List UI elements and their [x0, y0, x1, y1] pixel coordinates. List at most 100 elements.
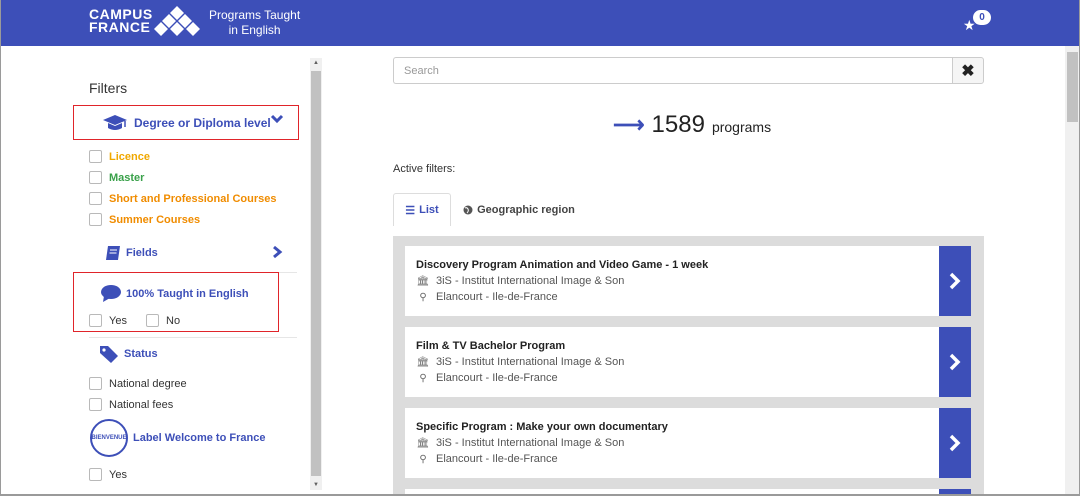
open-program-button[interactable]	[939, 489, 971, 494]
program-school-name: 3iS - Institut International Image & Son	[436, 275, 625, 287]
program-title[interactable]: Discovery Program Animation and Video Ga…	[416, 259, 708, 271]
scroll-down-arrow-icon[interactable]: ▼	[310, 482, 322, 488]
program-card[interactable]: Discovery Program Animation and Video Ga…	[405, 246, 971, 316]
search-input[interactable]	[393, 57, 952, 84]
taught-yes-option[interactable]: Yes	[89, 314, 127, 327]
program-list: Discovery Program Animation and Video Ga…	[393, 236, 984, 494]
taught-yes-label: Yes	[109, 314, 127, 327]
tagline-line-2: in English	[228, 23, 281, 37]
status-filter[interactable]: Status	[99, 345, 158, 363]
search-bar: ✖	[393, 57, 984, 84]
logo-diamond-icon	[154, 6, 200, 36]
map-marker-icon: ⚲	[419, 291, 427, 303]
degree-option-summer-courses[interactable]: Summer Courses	[89, 213, 200, 226]
status-option-label: National fees	[109, 398, 174, 411]
checkbox[interactable]	[89, 213, 102, 226]
open-program-button[interactable]	[939, 327, 971, 397]
degree-filter-label: Degree or Diploma level	[134, 116, 271, 130]
chevron-right-icon[interactable]	[271, 245, 283, 259]
welcome-yes-option[interactable]: Yes	[89, 468, 127, 481]
book-icon	[106, 246, 120, 260]
tab-list[interactable]: ☰ List	[393, 193, 451, 226]
degree-option-licence[interactable]: Licence	[89, 150, 150, 163]
map-marker-icon: ⚲	[419, 372, 427, 384]
checkbox[interactable]	[146, 314, 159, 327]
open-program-button[interactable]	[939, 246, 971, 316]
welcome-yes-label: Yes	[109, 468, 127, 481]
program-school-name: 3iS - Institut International Image & Son	[436, 356, 625, 368]
globe-icon	[463, 205, 473, 214]
campus-france-logo[interactable]: CAMPUS FRANCE	[89, 7, 153, 35]
degree-option-master[interactable]: Master	[89, 171, 144, 184]
status-option-label: National degree	[109, 377, 187, 390]
favorites-count-badge: 0	[973, 10, 991, 25]
page: CAMPUS FRANCE Programs Taught in English…	[0, 0, 1080, 496]
speech-bubble-icon	[101, 285, 121, 302]
taught-filter-label: 100% Taught in English	[126, 288, 249, 300]
graduation-cap-icon	[103, 115, 127, 130]
program-card[interactable]: Specific Program : Make your own documen…	[405, 408, 971, 478]
tab-list-label: List	[419, 204, 439, 216]
checkbox[interactable]	[89, 314, 102, 327]
checkbox[interactable]	[89, 468, 102, 481]
degree-option-label: Master	[109, 171, 145, 184]
chevron-down-icon	[270, 114, 284, 124]
open-program-button[interactable]	[939, 408, 971, 478]
program-count-label: programs	[711, 119, 772, 135]
degree-option-label: Licence	[109, 150, 150, 163]
status-option-national-degree[interactable]: National degree	[89, 377, 187, 390]
bienvenue-badge-text: BIENVENUE	[91, 435, 127, 441]
taught-no-label: No	[166, 314, 181, 327]
logo-line-2: FRANCE	[89, 19, 151, 35]
degree-option-label: Short and Professional Courses	[109, 192, 277, 205]
institution-icon: 🏛	[416, 437, 430, 449]
program-location: ⚲ Elancourt - Ile-de-France	[416, 291, 558, 303]
tab-geographic-region[interactable]: Geographic region	[463, 193, 575, 226]
scroll-up-arrow-icon[interactable]: ▲	[310, 60, 322, 66]
program-location: ⚲ Elancourt - Ile-de-France	[416, 372, 558, 384]
welcome-label-filter[interactable]: BIENVENUE Label Welcome to France	[90, 419, 265, 457]
scrollbar-thumb[interactable]	[311, 71, 321, 476]
filters-heading: Filters	[89, 80, 128, 96]
program-title[interactable]: Specific Program : Make your own documen…	[416, 421, 668, 433]
top-bar: CAMPUS FRANCE Programs Taught in English…	[1, 0, 1079, 46]
program-school-name: 3iS - Institut International Image & Son	[436, 437, 625, 449]
list-icon: ☰	[405, 204, 416, 217]
checkbox[interactable]	[89, 398, 102, 411]
status-option-national-fees[interactable]: National fees	[89, 398, 173, 411]
program-count-number: 1589	[651, 111, 705, 138]
program-card[interactable]: Film & TV Bachelor Program 🏛 3iS - Insti…	[405, 327, 971, 397]
taught-in-english-filter[interactable]: 100% Taught in English	[100, 285, 249, 303]
tag-icon	[100, 346, 118, 363]
degree-filter-toggle[interactable]: Degree or Diploma level	[102, 114, 284, 132]
checkbox[interactable]	[89, 192, 102, 205]
bienvenue-badge-icon: BIENVENUE	[90, 419, 128, 457]
clear-search-button[interactable]: ✖	[952, 57, 984, 84]
institution-icon: 🏛	[416, 356, 430, 368]
checkbox[interactable]	[89, 377, 102, 390]
favorites-button[interactable]: ★ 0	[963, 10, 993, 34]
divider	[89, 337, 297, 338]
institution-icon: 🏛	[416, 275, 430, 287]
scrollbar-thumb[interactable]	[1067, 52, 1078, 122]
checkbox[interactable]	[89, 171, 102, 184]
fields-filter-toggle[interactable]: Fields	[104, 244, 158, 262]
site-tagline: Programs Taught in English	[209, 8, 300, 38]
program-card[interactable]	[405, 489, 971, 494]
active-filters-label: Active filters:	[393, 163, 456, 175]
sidebar-scrollbar[interactable]: ▲ ▼	[310, 58, 322, 490]
program-location-name: Elancourt - Ile-de-France	[436, 291, 558, 303]
chevron-right-icon	[949, 434, 961, 452]
program-title[interactable]: Film & TV Bachelor Program	[416, 340, 565, 352]
tagline-line-1: Programs Taught	[209, 8, 301, 22]
taught-no-option[interactable]: No	[146, 314, 180, 327]
tab-geographic-region-label: Geographic region	[477, 203, 575, 216]
program-location-name: Elancourt - Ile-de-France	[436, 372, 558, 384]
degree-option-short-courses[interactable]: Short and Professional Courses	[89, 192, 276, 205]
program-school: 🏛 3iS - Institut International Image & S…	[416, 275, 625, 287]
page-scrollbar[interactable]	[1065, 46, 1079, 494]
filters-sidebar: Filters Degree or Diploma level Licence …	[1, 46, 321, 494]
checkbox[interactable]	[89, 150, 102, 163]
program-location: ⚲ Elancourt - Ile-de-France	[416, 453, 557, 465]
program-school: 🏛 3iS - Institut International Image & S…	[416, 356, 625, 368]
